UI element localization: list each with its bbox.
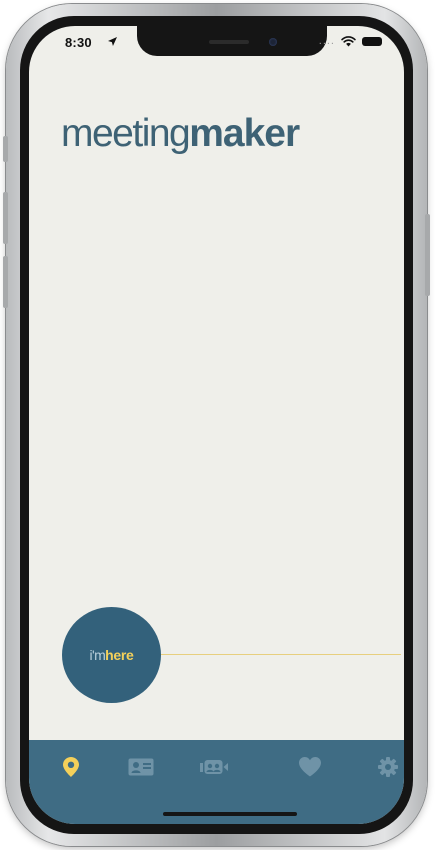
app-screen: 8:30 .... meetingmaker i'mhere [29, 26, 404, 824]
volume-down-button [3, 256, 8, 308]
tab-meetings[interactable] [200, 754, 230, 780]
status-time: 8:30 [65, 35, 92, 50]
battery-icon [362, 37, 382, 46]
status-indicators: .... [319, 36, 382, 47]
wifi-icon [341, 36, 356, 47]
checkin-divider-line [157, 654, 401, 655]
im-here-emphasis: here [105, 647, 134, 663]
tab-settings[interactable] [373, 754, 403, 780]
location-arrow-icon [108, 37, 117, 46]
im-here-button[interactable]: i'mhere [62, 607, 161, 703]
tab-favorites[interactable] [295, 754, 325, 780]
tab-contacts[interactable] [126, 754, 156, 780]
location-pin-icon [63, 757, 79, 777]
signal-dots: .... [318, 35, 335, 47]
contact-card-icon [128, 758, 154, 776]
power-button [425, 214, 430, 296]
earpiece-speaker [209, 40, 249, 44]
im-here-prefix: i'm [89, 647, 106, 663]
logo-text-light: meeting [61, 112, 191, 155]
logo-text-bold: maker [189, 112, 300, 155]
heart-icon [299, 757, 321, 777]
im-here-label: i'mhere [89, 647, 133, 663]
notch [137, 26, 327, 56]
mute-switch [3, 136, 8, 162]
tab-location[interactable] [56, 754, 86, 780]
phone-frame: 8:30 .... meetingmaker i'mhere [3, 4, 430, 846]
tab-bar [29, 740, 404, 824]
app-logo: meetingmaker [61, 112, 300, 155]
volume-up-button [3, 192, 8, 244]
gear-icon [378, 757, 398, 777]
home-indicator[interactable] [163, 812, 297, 816]
video-meeting-icon [200, 760, 228, 774]
front-camera [269, 38, 277, 46]
